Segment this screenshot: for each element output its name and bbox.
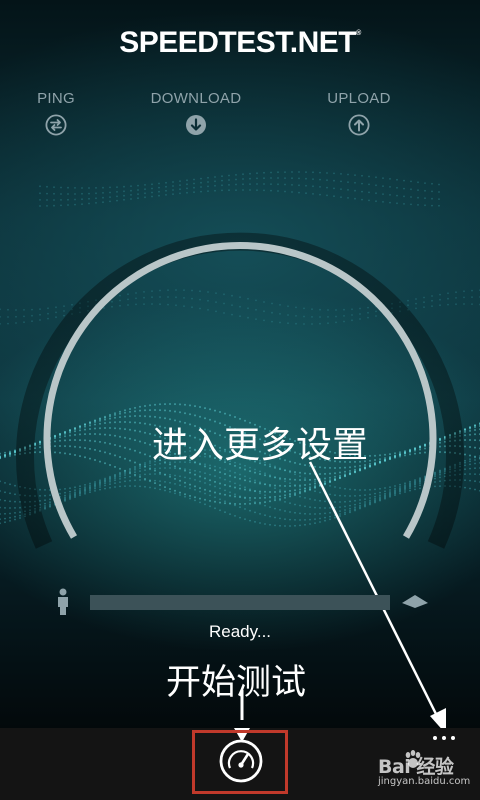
speedometer-icon[interactable] xyxy=(218,738,264,784)
watermark: Bai 经验 jingyan.baidu.com xyxy=(378,750,470,790)
annotation-arrow-start-layer xyxy=(240,690,244,720)
more-dots-icon[interactable] xyxy=(426,736,462,750)
app-bar: Bai 经验 jingyan.baidu.com xyxy=(0,728,480,800)
more-dot xyxy=(442,736,446,740)
more-dot xyxy=(433,736,437,740)
speedtest-screen: SPEEDTEST.NET® PING DOWNLOAD UPLOAD Read… xyxy=(0,0,480,728)
watermark-main: Bai 经验 xyxy=(378,756,454,778)
more-dot xyxy=(451,736,455,740)
watermark-sub: jingyan.baidu.com xyxy=(378,776,471,787)
